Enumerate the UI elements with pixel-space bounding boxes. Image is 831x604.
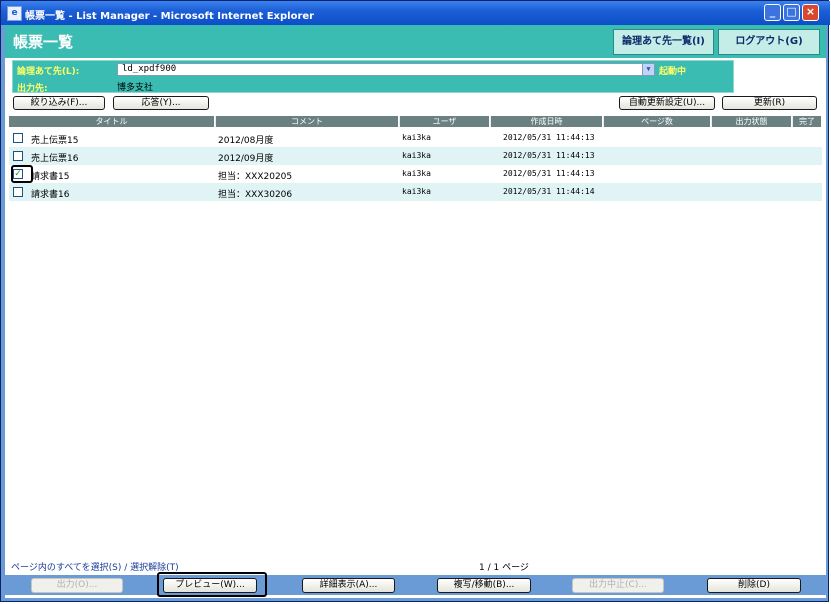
row-title: 請求書15 <box>31 172 70 182</box>
row-user: kai3ka <box>402 187 431 196</box>
footer-bar <box>5 575 826 595</box>
browser-window: e 帳票一覧 - List Manager - Microsoft Intern… <box>0 0 830 602</box>
detail-button[interactable]: 詳細表示(A)... <box>302 578 395 593</box>
window-title: 帳票一覧 - List Manager - Microsoft Internet… <box>25 11 315 22</box>
dest-label: 論理あて先(L): <box>17 67 80 77</box>
table-header: タイトル コメント ユーザ 作成日時 ページ数 出力状態 完了 <box>9 116 822 127</box>
row-title: 売上伝票15 <box>31 136 79 146</box>
delete-button[interactable]: 削除(D) <box>707 578 801 593</box>
page-content: 帳票一覧 論理あて先一覧(I) ログアウト(G) 論理あて先(L): ld_xp… <box>5 25 826 598</box>
row-date: 2012/05/31 11:44:13 <box>503 133 595 142</box>
row-checkbox[interactable] <box>13 187 23 197</box>
row-comment: 2012/09月度 <box>218 154 274 164</box>
logical-dest-list-button[interactable]: 論理あて先一覧(I) <box>613 29 714 55</box>
row-user: kai3ka <box>402 133 431 142</box>
row-comment: 担当：XXX30206 <box>218 190 293 200</box>
row-comment: 2012/08月度 <box>218 136 274 146</box>
highlight-box <box>11 165 33 183</box>
page-title: 帳票一覧 <box>13 33 74 51</box>
copy-move-button[interactable]: 複写/移動(B)... <box>437 578 531 593</box>
col-user[interactable]: ユーザ <box>400 116 490 127</box>
logout-button[interactable]: ログアウト(G) <box>718 29 820 55</box>
dest-select[interactable]: ld_xpdf900 ▼ <box>117 63 655 76</box>
table-row[interactable]: 売上伝票15 2012/08月度 kai3ka 2012/05/31 11:44… <box>9 129 822 147</box>
col-output-status[interactable]: 出力状態 <box>712 116 792 127</box>
info-panel: 論理あて先(L): ld_xpdf900 ▼ 起動中 出力先: 博多支社 <box>12 60 734 94</box>
col-date[interactable]: 作成日時 <box>491 116 603 127</box>
col-complete[interactable]: 完了 <box>793 116 822 127</box>
row-comment: 担当：XXX20205 <box>218 172 293 182</box>
maximize-button[interactable]: □ <box>783 4 800 21</box>
row-user: kai3ka <box>402 151 431 160</box>
col-title[interactable]: タイトル <box>9 116 215 127</box>
stop-output-button[interactable]: 出力中止(C)... <box>572 578 664 593</box>
ie-icon: e <box>7 6 22 21</box>
reply-button[interactable]: 応答(Y)... <box>113 96 209 110</box>
dest-select-value: ld_xpdf900 <box>122 64 177 74</box>
row-title: 売上伝票16 <box>31 154 79 164</box>
app-header: 帳票一覧 論理あて先一覧(I) ログアウト(G) <box>5 25 826 58</box>
table-row[interactable]: ✓ 請求書15 担当：XXX20205 kai3ka 2012/05/31 11… <box>9 165 822 183</box>
selection-links: ページ内のすべてを選択(S) / 選択解除(T) <box>11 560 179 573</box>
close-button[interactable]: × <box>802 4 819 21</box>
row-title: 請求書16 <box>31 190 70 200</box>
minimize-button[interactable]: _ <box>764 4 781 21</box>
output-button[interactable]: 出力(O)... <box>31 578 123 593</box>
title-bar: e 帳票一覧 - List Manager - Microsoft Intern… <box>1 1 830 25</box>
row-date: 2012/05/31 11:44:13 <box>503 169 595 178</box>
row-date: 2012/05/31 11:44:13 <box>503 151 595 160</box>
filter-button[interactable]: 絞り込み(F)... <box>13 96 105 110</box>
auto-update-button[interactable]: 自動更新設定(U)... <box>619 96 715 110</box>
refresh-button[interactable]: 更新(R) <box>722 96 817 110</box>
table-row[interactable]: 売上伝票16 2012/09月度 kai3ka 2012/05/31 11:44… <box>9 147 822 165</box>
col-pages[interactable]: ページ数 <box>604 116 711 127</box>
link-separator: / <box>121 563 131 573</box>
row-date: 2012/05/31 11:44:14 <box>503 187 595 196</box>
row-checkbox[interactable] <box>13 133 23 143</box>
output-value: 博多支社 <box>117 83 154 93</box>
highlight-box <box>157 572 267 597</box>
chevron-down-icon[interactable]: ▼ <box>642 64 654 75</box>
row-user: kai3ka <box>402 169 431 178</box>
table-row[interactable]: 請求書16 担当：XXX30206 kai3ka 2012/05/31 11:4… <box>9 183 822 201</box>
col-comment[interactable]: コメント <box>216 116 399 127</box>
output-label: 出力先: <box>17 84 48 94</box>
row-checkbox[interactable] <box>13 151 23 161</box>
select-all-link[interactable]: ページ内のすべてを選択(S) <box>11 563 121 573</box>
page-info: 1 / 1 ページ <box>479 563 529 573</box>
status-text: 起動中 <box>659 67 687 77</box>
